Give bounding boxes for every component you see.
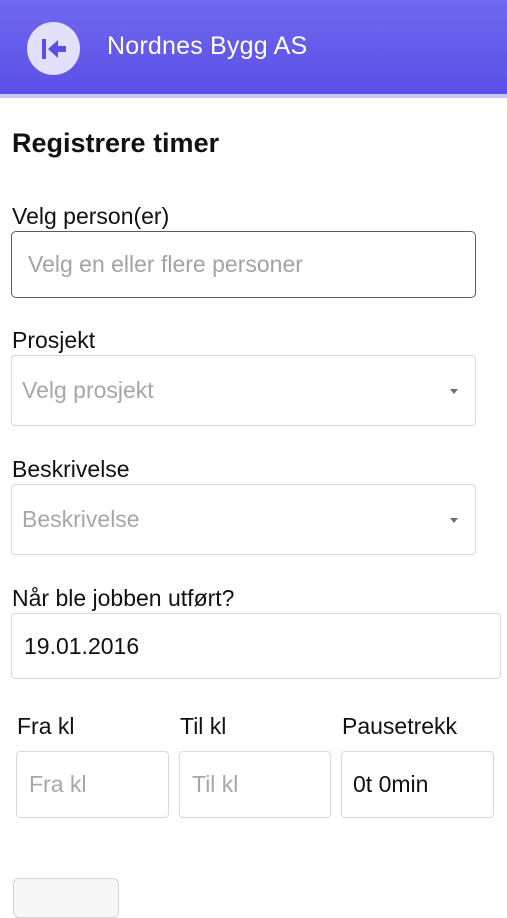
to-placeholder: Til kl	[192, 771, 239, 797]
description-placeholder: Beskrivelse	[22, 506, 140, 532]
persons-placeholder: Velg en eller flere personer	[28, 251, 303, 277]
date-input[interactable]: 19.01.2016	[11, 613, 501, 679]
project-dropdown[interactable]: Velg prosjekt	[11, 355, 476, 426]
break-label: Pausetrekk	[342, 713, 458, 739]
app-header: Nordnes Bygg AS	[0, 0, 507, 98]
from-label: Fra kl	[17, 713, 75, 739]
to-label: Til kl	[180, 713, 227, 739]
break-value: 0t 0min	[353, 771, 429, 797]
project-placeholder: Velg prosjekt	[22, 377, 154, 403]
from-time-input[interactable]: Fra kl	[16, 751, 169, 818]
project-label: Prosjekt	[12, 327, 96, 353]
from-placeholder: Fra kl	[29, 771, 87, 797]
company-name: Nordnes Bygg AS	[107, 32, 308, 60]
break-input[interactable]: 0t 0min	[341, 751, 494, 818]
persons-select[interactable]: Velg en eller flere personer	[11, 231, 476, 298]
submit-button[interactable]	[13, 878, 119, 918]
chevron-down-icon	[450, 517, 458, 523]
back-button[interactable]	[27, 22, 80, 75]
chevron-down-icon	[450, 388, 458, 394]
back-arrow-icon	[41, 38, 66, 59]
to-time-input[interactable]: Til kl	[179, 751, 331, 818]
page-title: Registrere timer	[12, 128, 220, 158]
persons-label: Velg person(er)	[12, 203, 170, 229]
description-label: Beskrivelse	[12, 456, 130, 482]
description-dropdown[interactable]: Beskrivelse	[11, 484, 476, 555]
date-value: 19.01.2016	[24, 632, 140, 659]
date-label: Når ble jobben utført?	[12, 585, 235, 611]
